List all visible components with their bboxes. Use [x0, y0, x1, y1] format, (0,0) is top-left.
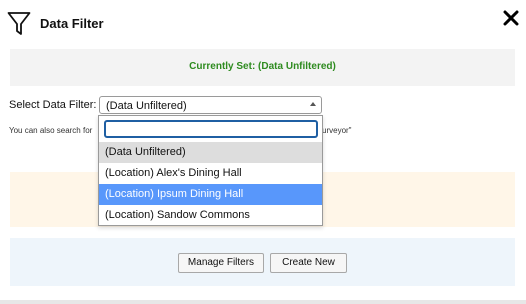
dropdown-option-highlighted[interactable]: (Location) Ipsum Dining Hall [99, 184, 322, 205]
search-hint-text: You can also search for [9, 126, 93, 135]
bottom-divider [0, 300, 526, 304]
data-filter-select[interactable]: (Data Unfiltered) [99, 96, 322, 114]
funnel-icon [7, 12, 31, 35]
dropdown-search-input[interactable] [104, 120, 318, 138]
dropdown-option[interactable]: (Data Unfiltered) [99, 142, 322, 163]
dialog-header: Data Filter [0, 0, 526, 44]
search-hint-text-tail: surveyor" [318, 126, 352, 135]
dropdown-option[interactable]: (Location) Sandow Commons [99, 205, 322, 226]
caret-up-icon [310, 102, 316, 106]
create-new-button[interactable]: Create New [270, 253, 347, 273]
manage-filters-button[interactable]: Manage Filters [178, 253, 264, 273]
select-current-value: (Data Unfiltered) [106, 100, 187, 112]
select-filter-label: Select Data Filter: [9, 99, 97, 111]
dialog-title: Data Filter [40, 16, 104, 31]
current-filter-panel: Currently Set: (Data Unfiltered) [10, 49, 515, 86]
filter-dropdown: (Data Unfiltered) (Location) Alex's Dini… [98, 115, 323, 226]
data-filter-dialog: Data Filter Currently Set: (Data Unfilte… [0, 0, 526, 304]
current-filter-status: Currently Set: (Data Unfiltered) [189, 61, 336, 72]
close-icon[interactable] [502, 9, 520, 27]
dropdown-option[interactable]: (Location) Alex's Dining Hall [99, 163, 322, 184]
